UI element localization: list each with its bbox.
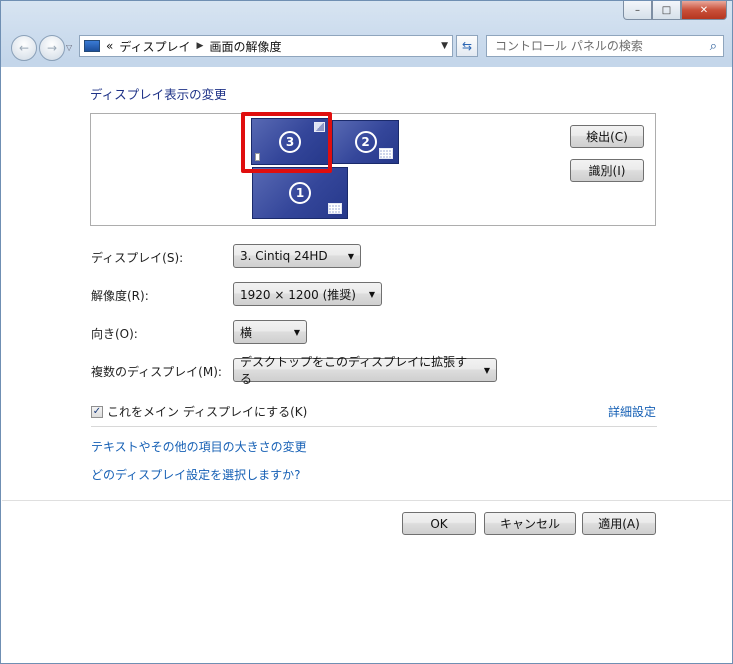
identify-button[interactable]: 識別(I) xyxy=(570,159,644,182)
minimize-icon: – xyxy=(635,4,640,16)
resolution-select[interactable]: 1920 × 1200 (推奨) ▼ xyxy=(233,282,382,306)
pen-tablet-icon xyxy=(328,203,342,214)
display-control-panel-icon xyxy=(84,40,100,52)
orientation-select[interactable]: 横 ▼ xyxy=(233,320,307,344)
chevron-down-icon: ▼ xyxy=(347,251,354,261)
apply-button[interactable]: 適用(A) xyxy=(582,512,656,535)
recent-pages-chevron-icon[interactable]: ▽ xyxy=(66,43,72,52)
breadcrumb-overflow-icon[interactable]: « xyxy=(106,39,113,53)
address-bar[interactable]: « ディスプレイ ▶ 画面の解像度 ▼ xyxy=(79,35,453,57)
maximize-icon: □ xyxy=(661,4,672,16)
multiple-displays-select-value: デスクトップをこのディスプレイに拡張する xyxy=(240,355,468,386)
page-title: ディスプレイ表示の変更 xyxy=(90,87,227,102)
resolution-select-value: 1920 × 1200 (推奨) xyxy=(240,287,356,302)
display-select[interactable]: 3. Cintiq 24HD ▼ xyxy=(233,244,361,268)
search-icon[interactable]: ⌕ xyxy=(710,39,717,54)
main-display-checkbox[interactable]: ✓ xyxy=(91,405,103,418)
main-display-option[interactable]: ✓ これをメイン ディスプレイにする(K) xyxy=(91,403,307,420)
monitor-1[interactable]: 1 xyxy=(252,167,348,219)
footer-divider xyxy=(2,500,731,501)
refresh-button[interactable]: ⇆ xyxy=(456,35,478,57)
display-label: ディスプレイ(S): xyxy=(91,251,184,265)
chevron-down-icon: ▼ xyxy=(483,365,490,375)
back-arrow-icon: ← xyxy=(18,41,30,55)
back-button[interactable]: ← xyxy=(11,35,37,61)
advanced-settings-link[interactable]: 詳細設定 xyxy=(608,403,656,420)
checkmark-icon: ✓ xyxy=(92,405,102,417)
maximize-button[interactable]: □ xyxy=(652,1,681,20)
forward-arrow-icon: → xyxy=(46,41,58,55)
divider xyxy=(91,426,657,427)
resolution-label: 解像度(R): xyxy=(91,289,149,303)
chevron-down-icon: ▼ xyxy=(293,327,300,337)
chevron-down-icon: ▼ xyxy=(368,289,375,299)
close-icon: ✕ xyxy=(699,4,709,16)
title-bar: – □ ✕ xyxy=(1,1,732,29)
search-box[interactable]: ⌕ xyxy=(486,35,724,57)
multiple-displays-label: 複数のディスプレイ(M): xyxy=(91,365,222,379)
monitor-number: 2 xyxy=(354,131,377,153)
ok-button[interactable]: OK xyxy=(402,512,476,535)
window-controls: – □ ✕ xyxy=(623,1,727,20)
window: – □ ✕ ← → ▽ « ディスプレイ ▶ 画面の解像度 ▼ ⇆ コントロール… xyxy=(0,0,733,664)
content-area: ディスプレイ表示の変更 3 2 1 検出(C) 識別(I) ディスプレイ(S):… xyxy=(2,67,731,662)
main-display-checkbox-label[interactable]: これをメイン ディスプレイにする(K) xyxy=(107,403,307,420)
orientation-select-value: 横 xyxy=(240,325,253,340)
selected-monitor-highlight xyxy=(241,112,332,173)
monitor-arrangement-area: 3 2 1 検出(C) 識別(I) xyxy=(90,113,656,226)
monitor-number: 1 xyxy=(289,182,311,204)
refresh-icon: ⇆ xyxy=(461,39,473,53)
address-dropdown-icon[interactable]: ▼ xyxy=(441,41,448,51)
display-select-value: 3. Cintiq 24HD xyxy=(240,249,328,263)
breadcrumb-item-resolution[interactable]: 画面の解像度 xyxy=(209,38,281,55)
orientation-label: 向き(O): xyxy=(91,327,138,341)
pen-tablet-icon xyxy=(379,148,393,159)
navigation-bar: ← → ▽ « ディスプレイ ▶ 画面の解像度 ▼ ⇆ ⌕ xyxy=(1,30,732,64)
close-button[interactable]: ✕ xyxy=(681,1,727,20)
breadcrumb-item-display[interactable]: ディスプレイ xyxy=(119,38,190,55)
search-input[interactable] xyxy=(493,38,710,54)
forward-button[interactable]: → xyxy=(39,35,65,61)
multiple-displays-select[interactable]: デスクトップをこのディスプレイに拡張する ▼ xyxy=(233,355,497,386)
text-size-link[interactable]: テキストやその他の項目の大きさの変更 xyxy=(91,438,307,455)
detect-button[interactable]: 検出(C) xyxy=(570,125,644,148)
cancel-button[interactable]: キャンセル xyxy=(484,512,576,535)
monitor-2[interactable]: 2 xyxy=(332,120,399,164)
which-settings-link[interactable]: どのディスプレイ設定を選択しますか? xyxy=(91,466,301,483)
minimize-button[interactable]: – xyxy=(623,1,652,20)
breadcrumb-separator-icon[interactable]: ▶ xyxy=(197,41,204,51)
